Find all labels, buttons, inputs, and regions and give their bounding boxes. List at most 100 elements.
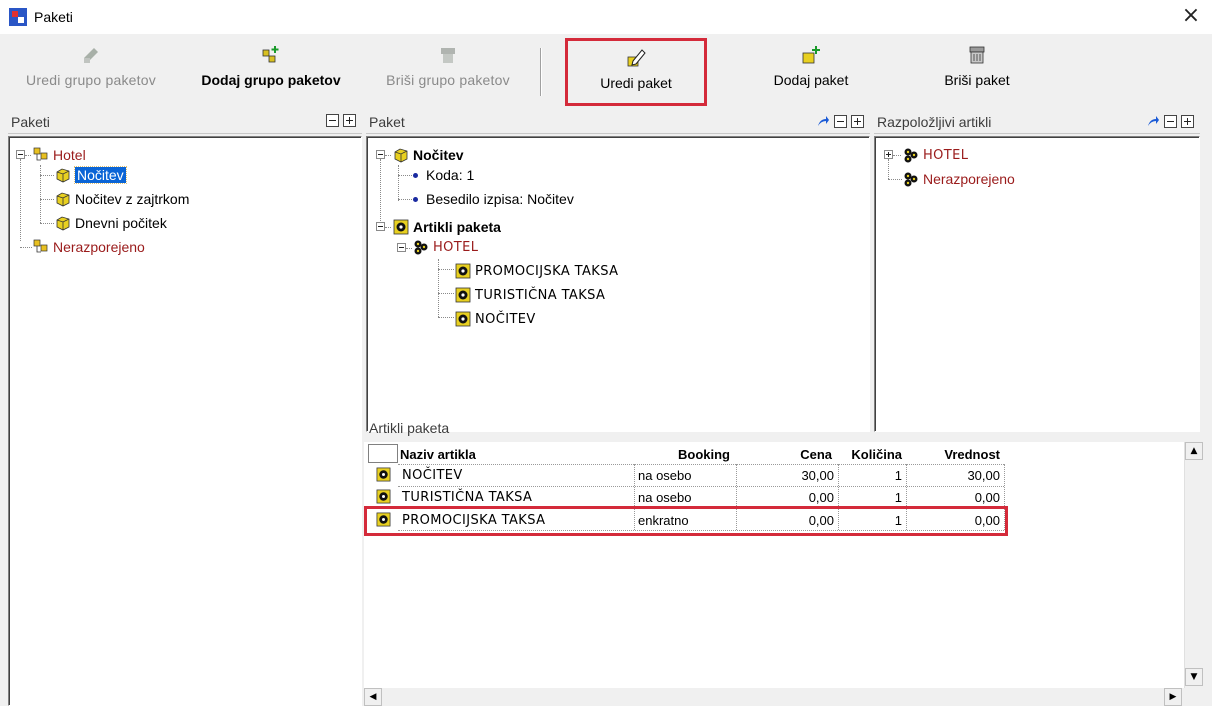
tree-node-package[interactable]: Nočitev: [55, 165, 127, 185]
collapse-all-icon[interactable]: [1164, 114, 1177, 128]
cell-value: 0,00: [974, 490, 1000, 505]
title-bar: Paketi ×: [0, 0, 1212, 34]
tree-toggle[interactable]: [376, 222, 385, 231]
tree-node-article[interactable]: NOČITEV: [455, 309, 536, 329]
vertical-scrollbar[interactable]: ▲ ▼: [1184, 442, 1203, 706]
tree-node-article-group[interactable]: HOTEL: [903, 145, 968, 165]
package-icon: [394, 148, 408, 163]
cell-booking: na osebo: [638, 468, 692, 483]
cell-booking: enkratno: [638, 513, 689, 528]
scroll-left-icon[interactable]: ◀: [364, 688, 382, 706]
package-icon: [56, 192, 70, 207]
article-icon: [376, 512, 391, 527]
package-icon: [56, 168, 70, 183]
article-icon: [455, 287, 471, 303]
cell-price: 0,00: [808, 513, 834, 528]
expand-all-icon[interactable]: [343, 114, 356, 127]
tree-node-package-name[interactable]: Nočitev: [393, 145, 464, 165]
tree-toggle[interactable]: [397, 243, 406, 252]
package-group-icon: [33, 239, 48, 253]
tree-node-package[interactable]: Dnevni počitek: [55, 213, 167, 233]
arrow-icon[interactable]: [816, 114, 830, 128]
edit-package-button[interactable]: Uredi paket: [565, 38, 707, 106]
package-icon: [56, 216, 70, 231]
available-articles-header: Razpoložljivi artikli: [874, 110, 1200, 134]
scroll-right-icon[interactable]: ▶: [1164, 688, 1182, 706]
add-package-button[interactable]: Dodaj paket: [746, 38, 876, 102]
article-icon: [376, 467, 391, 482]
cell-value: 30,00: [967, 468, 1000, 483]
article-group-icon: [904, 148, 918, 163]
select-all-cell[interactable]: [368, 444, 398, 463]
available-articles-panel: Razpoložljivi artikli HOTEL Nerazporejen…: [874, 110, 1200, 432]
collapse-all-icon[interactable]: [326, 114, 339, 127]
expand-all-icon[interactable]: [1181, 114, 1194, 128]
add-package-icon: [802, 46, 820, 64]
article-icon: [455, 311, 471, 327]
article-group-icon: [904, 172, 918, 187]
cell-price: 30,00: [801, 468, 834, 483]
cell-name: TURISTIČNA TAKSA: [402, 490, 533, 505]
scroll-down-icon[interactable]: ▼: [1185, 668, 1203, 686]
edit-group-button[interactable]: Uredi grupo paketov: [6, 38, 176, 102]
cell-name: NOČITEV: [402, 468, 463, 483]
close-icon[interactable]: ×: [1180, 5, 1202, 28]
toolbar: Uredi grupo paketov Dodaj grupo paketov …: [0, 34, 1212, 108]
toolbar-separator: [540, 48, 542, 96]
cell-booking: na osebo: [638, 490, 692, 505]
cell-quantity: 1: [894, 468, 902, 483]
articles-grid: Naziv artikla Booking Cena Količina Vred…: [364, 442, 1184, 706]
delete-group-icon: [441, 48, 455, 63]
collapse-all-icon[interactable]: [834, 114, 847, 128]
delete-package-icon: [969, 46, 985, 64]
tree-node-article[interactable]: PROMOCIJSKA TAKSA: [455, 261, 618, 281]
tree-node-package-articles[interactable]: Artikli paketa: [393, 217, 501, 237]
tree-toggle[interactable]: [884, 150, 893, 159]
edit-package-icon: [627, 49, 646, 67]
column-header-booking[interactable]: Booking: [634, 444, 734, 464]
column-header-quantity[interactable]: Količina: [838, 444, 906, 464]
tree-node-hotel[interactable]: Hotel: [33, 145, 86, 165]
available-articles-tree: HOTEL Nerazporejeno: [874, 136, 1200, 432]
edit-group-icon: [84, 48, 98, 63]
window-title: Paketi: [34, 9, 73, 25]
tree-node-unassigned[interactable]: Nerazporejeno: [903, 169, 1015, 189]
column-header-value[interactable]: Vrednost: [908, 444, 1004, 464]
expand-all-icon[interactable]: [851, 114, 864, 128]
article-icon: [393, 219, 409, 235]
package-panel: Paket Nočitev Koda: 1 Besedilo izpisa: N…: [366, 110, 870, 432]
add-group-button[interactable]: Dodaj grupo paketov: [186, 38, 356, 102]
horizontal-scrollbar[interactable]: ◀ ▶: [364, 688, 1200, 706]
scroll-up-icon[interactable]: ▲: [1185, 442, 1203, 460]
packages-tree: Hotel Nočitev Nočitev z zajtrkom Dnevni …: [8, 136, 362, 706]
delete-package-button[interactable]: Briši paket: [912, 38, 1042, 102]
tree-node-code: Koda: 1: [409, 165, 474, 185]
column-header-name[interactable]: Naziv artikla: [400, 444, 476, 464]
tree-toggle[interactable]: [16, 150, 25, 159]
cell-name: PROMOCIJSKA TAKSA: [402, 513, 546, 528]
column-header-price[interactable]: Cena: [736, 444, 836, 464]
arrow-icon[interactable]: [1146, 114, 1160, 128]
tree-toggle[interactable]: [376, 150, 385, 159]
articles-grid-header: Artikli paketa: [369, 420, 450, 436]
article-icon: [376, 489, 391, 504]
article-group-icon: [414, 240, 428, 255]
add-group-icon: [262, 46, 279, 63]
tree-node-package[interactable]: Nočitev z zajtrkom: [55, 189, 189, 209]
tree-node-article[interactable]: TURISTIČNA TAKSA: [455, 285, 605, 305]
cell-value: 0,00: [974, 513, 1000, 528]
cell-price: 0,00: [808, 490, 834, 505]
app-icon: [9, 8, 27, 26]
bullet-icon: [413, 172, 418, 178]
tree-node-print-text: Besedilo izpisa: Nočitev: [409, 189, 574, 209]
bullet-icon: [413, 196, 418, 202]
package-tree: Nočitev Koda: 1 Besedilo izpisa: Nočitev…: [366, 136, 870, 432]
tree-node-article-group[interactable]: HOTEL: [413, 237, 478, 257]
tree-node-unassigned[interactable]: Nerazporejeno: [33, 237, 145, 257]
cell-quantity: 1: [894, 490, 902, 505]
package-group-icon: [33, 147, 48, 161]
delete-group-button[interactable]: Briši grupo paketov: [368, 38, 528, 102]
packages-panel: Paketi Hotel Nočitev Nočitev z zajtrkom …: [8, 110, 362, 706]
cell-quantity: 1: [894, 513, 902, 528]
package-panel-header: Paket: [366, 110, 870, 134]
